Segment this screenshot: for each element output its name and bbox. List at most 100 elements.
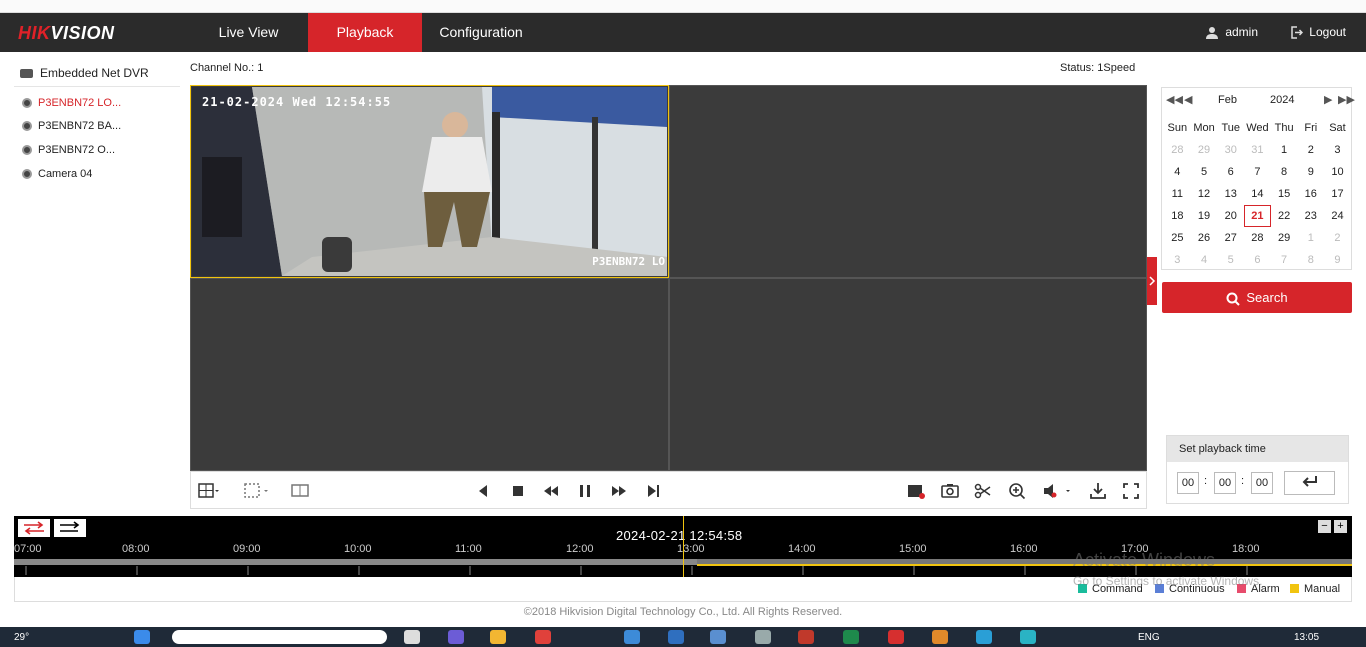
- app-icon[interactable]: [1020, 630, 1036, 644]
- video-pane-2[interactable]: [669, 85, 1147, 278]
- calendar-day[interactable]: 22: [1271, 205, 1298, 227]
- calendar-day[interactable]: 19: [1191, 205, 1218, 227]
- camera-item-4[interactable]: Camera 04: [22, 168, 92, 180]
- calendar-day[interactable]: 8: [1271, 161, 1298, 183]
- user-menu[interactable]: admin: [1205, 13, 1258, 52]
- edge-icon[interactable]: [976, 630, 992, 644]
- pause-button[interactable]: [574, 480, 596, 502]
- calendar-day[interactable]: 20: [1217, 205, 1244, 227]
- calendar-day[interactable]: 4: [1191, 249, 1218, 271]
- fast-button[interactable]: [608, 480, 630, 502]
- panel-collapse-handle[interactable]: [1147, 257, 1157, 305]
- calendar-day[interactable]: 23: [1297, 205, 1324, 227]
- app-icon[interactable]: [932, 630, 948, 644]
- calendar-day[interactable]: 29: [1191, 139, 1218, 161]
- calendar-day[interactable]: 1: [1271, 139, 1298, 161]
- calendar-day[interactable]: 11: [1164, 183, 1191, 205]
- window-layout-button[interactable]: [197, 480, 219, 502]
- calendar-day[interactable]: 12: [1191, 183, 1218, 205]
- calendar-day[interactable]: 5: [1191, 161, 1218, 183]
- tab-playback[interactable]: Playback: [308, 13, 422, 52]
- calendar-day[interactable]: 26: [1191, 227, 1218, 249]
- camera-item-3[interactable]: P3ENBN72 O...: [22, 144, 115, 156]
- zoom-in-button[interactable]: +: [1334, 520, 1347, 533]
- second-input[interactable]: 00: [1251, 472, 1273, 494]
- digital-zoom-button[interactable]: [1006, 480, 1028, 502]
- calendar-day[interactable]: 21: [1244, 205, 1271, 227]
- calendar-day[interactable]: 6: [1217, 161, 1244, 183]
- calendar-day[interactable]: 29: [1271, 227, 1298, 249]
- excel-icon[interactable]: [843, 630, 859, 644]
- calendar-day[interactable]: 1: [1297, 227, 1324, 249]
- calendar-day[interactable]: 13: [1217, 183, 1244, 205]
- tab-live-view[interactable]: Live View: [190, 13, 307, 52]
- hour-input[interactable]: 00: [1177, 472, 1199, 494]
- app-icon[interactable]: [710, 630, 726, 644]
- timeline-settings-button[interactable]: [54, 519, 86, 537]
- system-clock[interactable]: 13:05: [1294, 632, 1319, 643]
- calendar-day[interactable]: 2: [1297, 139, 1324, 161]
- calendar-day[interactable]: 18: [1164, 205, 1191, 227]
- calendar-day[interactable]: 30: [1217, 139, 1244, 161]
- app-icon[interactable]: [798, 630, 814, 644]
- taskbar-search-box[interactable]: [172, 630, 387, 644]
- slow-button[interactable]: [540, 480, 562, 502]
- calendar-day[interactable]: 7: [1244, 161, 1271, 183]
- camera-item-1[interactable]: P3ENBN72 LO...: [22, 97, 121, 109]
- prev-year-button[interactable]: ◀◀: [1166, 93, 1183, 106]
- calendar-day[interactable]: 15: [1271, 183, 1298, 205]
- windows-start-icon[interactable]: [134, 630, 150, 644]
- calendar-day[interactable]: 7: [1271, 249, 1298, 271]
- calendar-day[interactable]: 24: [1324, 205, 1351, 227]
- reverse-play-button[interactable]: [473, 480, 495, 502]
- taskview-icon[interactable]: [404, 630, 420, 644]
- zoom-out-button[interactable]: −: [1318, 520, 1331, 533]
- single-frame-button[interactable]: [641, 480, 663, 502]
- app-icon[interactable]: [448, 630, 464, 644]
- calendar-day[interactable]: 14: [1244, 183, 1271, 205]
- apply-time-button[interactable]: [1284, 471, 1335, 495]
- language-indicator[interactable]: ENG: [1138, 632, 1160, 643]
- logout-button[interactable]: Logout: [1290, 13, 1346, 52]
- device-node[interactable]: Embedded Net DVR: [20, 66, 149, 80]
- chrome-icon[interactable]: [535, 630, 551, 644]
- app-icon[interactable]: [888, 630, 904, 644]
- outlook-icon[interactable]: [668, 630, 684, 644]
- video-pane-1[interactable]: 21-02-2024 Wed 12:54:55 P3ENBN72 LO: [190, 85, 669, 278]
- calendar-day[interactable]: 10: [1324, 161, 1351, 183]
- tab-configuration[interactable]: Configuration: [422, 13, 540, 52]
- calendar-day[interactable]: 8: [1297, 249, 1324, 271]
- fisheye-button[interactable]: [289, 480, 311, 502]
- calendar-day[interactable]: 9: [1324, 249, 1351, 271]
- calendar-day[interactable]: 2: [1324, 227, 1351, 249]
- calendar-day[interactable]: 28: [1244, 227, 1271, 249]
- record-clip-button[interactable]: [905, 480, 927, 502]
- calendar-day[interactable]: 6: [1244, 249, 1271, 271]
- window-select-button[interactable]: [243, 480, 268, 502]
- video-pane-3[interactable]: [190, 278, 669, 471]
- calendar-day[interactable]: 9: [1297, 161, 1324, 183]
- minute-input[interactable]: 00: [1214, 472, 1236, 494]
- folder-icon[interactable]: [490, 630, 506, 644]
- clip-button[interactable]: [972, 480, 994, 502]
- next-month-button[interactable]: ▶: [1324, 93, 1332, 106]
- video-pane-4[interactable]: [669, 278, 1147, 471]
- search-button[interactable]: Search: [1162, 282, 1352, 313]
- calendar-day[interactable]: 31: [1244, 139, 1271, 161]
- calendar-day[interactable]: 25: [1164, 227, 1191, 249]
- calendar-day[interactable]: 27: [1217, 227, 1244, 249]
- calendar-day[interactable]: 16: [1297, 183, 1324, 205]
- app-icon[interactable]: [624, 630, 640, 644]
- timeline-sync-button[interactable]: [18, 519, 50, 537]
- calendar-day[interactable]: 28: [1164, 139, 1191, 161]
- timeline-cursor[interactable]: [683, 516, 684, 577]
- calendar-day[interactable]: 3: [1164, 249, 1191, 271]
- weather-widget[interactable]: 29°: [14, 632, 29, 643]
- fullscreen-button[interactable]: [1120, 480, 1142, 502]
- stop-button[interactable]: [507, 480, 529, 502]
- calendar-day[interactable]: 4: [1164, 161, 1191, 183]
- prev-month-button[interactable]: ◀: [1184, 93, 1192, 106]
- calendar-day[interactable]: 5: [1217, 249, 1244, 271]
- next-year-button[interactable]: ▶▶: [1338, 93, 1355, 106]
- download-button[interactable]: [1087, 480, 1109, 502]
